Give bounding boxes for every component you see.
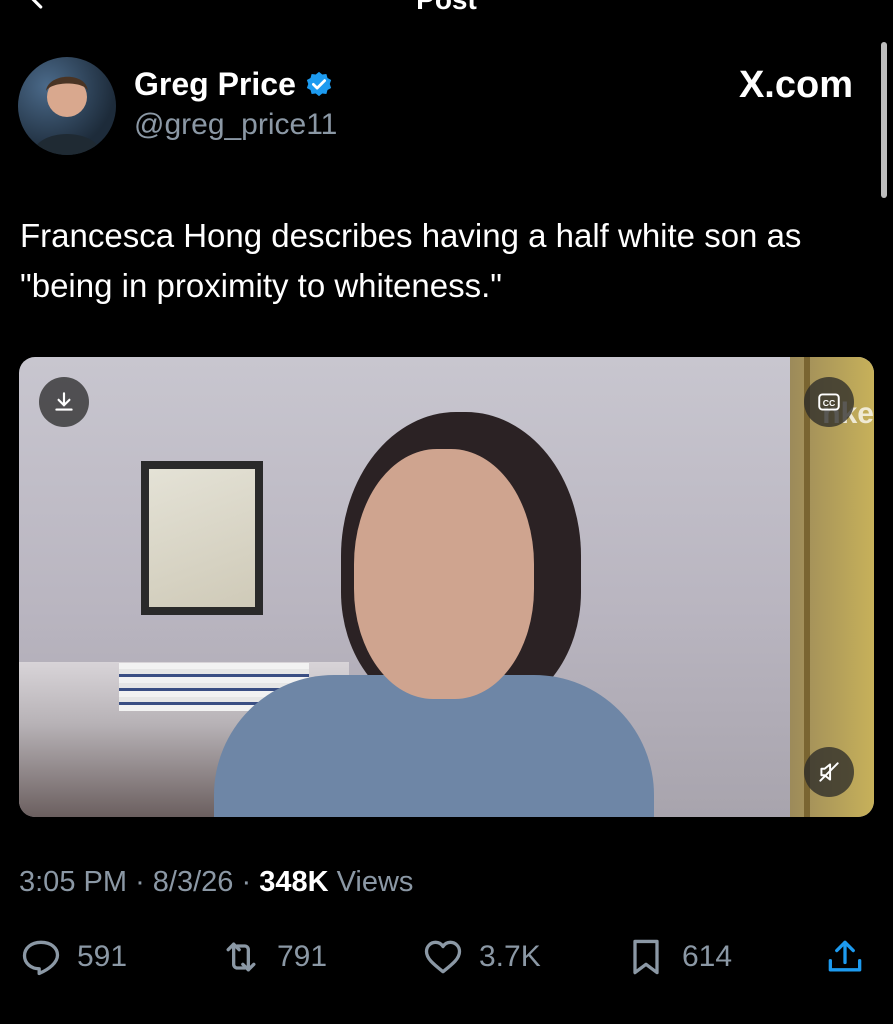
share-button[interactable] <box>823 935 867 979</box>
reply-icon <box>22 940 60 976</box>
post-date: 8/3/26 <box>152 866 234 898</box>
download-button[interactable] <box>39 377 89 427</box>
site-label: X.com <box>738 64 853 106</box>
closed-captions-icon: CC <box>818 393 840 411</box>
verified-badge-icon <box>306 71 331 96</box>
views-label: Views <box>336 866 414 898</box>
captions-button[interactable]: CC <box>804 377 854 427</box>
heart-icon <box>424 940 462 974</box>
repost-count: 791 <box>277 940 328 973</box>
video-scene-door-edge <box>804 357 810 817</box>
ellipsis-icon[interactable]: ••• <box>818 0 853 10</box>
like-button[interactable]: 3.7K <box>421 935 541 979</box>
share-icon <box>828 940 862 972</box>
post-time: 3:05 PM <box>19 866 127 898</box>
bookmark-count: 614 <box>682 940 733 973</box>
svg-text:CC: CC <box>823 398 836 408</box>
video-scene-picture-frame <box>141 461 263 615</box>
action-bar: 591 791 3.7K 614 <box>19 935 867 985</box>
video-scene-person-face <box>354 449 534 699</box>
reply-button[interactable]: 591 <box>19 935 127 979</box>
bookmark-button[interactable]: 614 <box>624 935 732 979</box>
author-handle[interactable]: @greg_price11 <box>134 108 337 142</box>
mute-button[interactable] <box>804 747 854 797</box>
scrollbar[interactable] <box>881 42 887 198</box>
muted-speaker-icon <box>819 762 839 782</box>
avatar[interactable] <box>18 57 116 155</box>
repost-icon <box>226 942 256 972</box>
download-icon <box>55 392 73 411</box>
repost-button[interactable]: 791 <box>219 935 327 979</box>
video-player[interactable]: nke CC <box>19 357 874 817</box>
reply-count: 591 <box>77 940 128 973</box>
top-nav-bar: Post ••• <box>0 0 893 20</box>
bookmark-icon <box>633 939 659 975</box>
like-count: 3.7K <box>479 940 541 973</box>
post-meta: 3:05 PM · 8/3/26 · 348K Views <box>19 866 414 898</box>
view-count: 348K <box>259 866 329 898</box>
page-title: Post <box>0 0 893 14</box>
post-text: Francesca Hong describes having a half w… <box>20 217 802 304</box>
author-name-row[interactable]: Greg Price <box>134 66 334 103</box>
author-name[interactable]: Greg Price <box>134 66 296 103</box>
